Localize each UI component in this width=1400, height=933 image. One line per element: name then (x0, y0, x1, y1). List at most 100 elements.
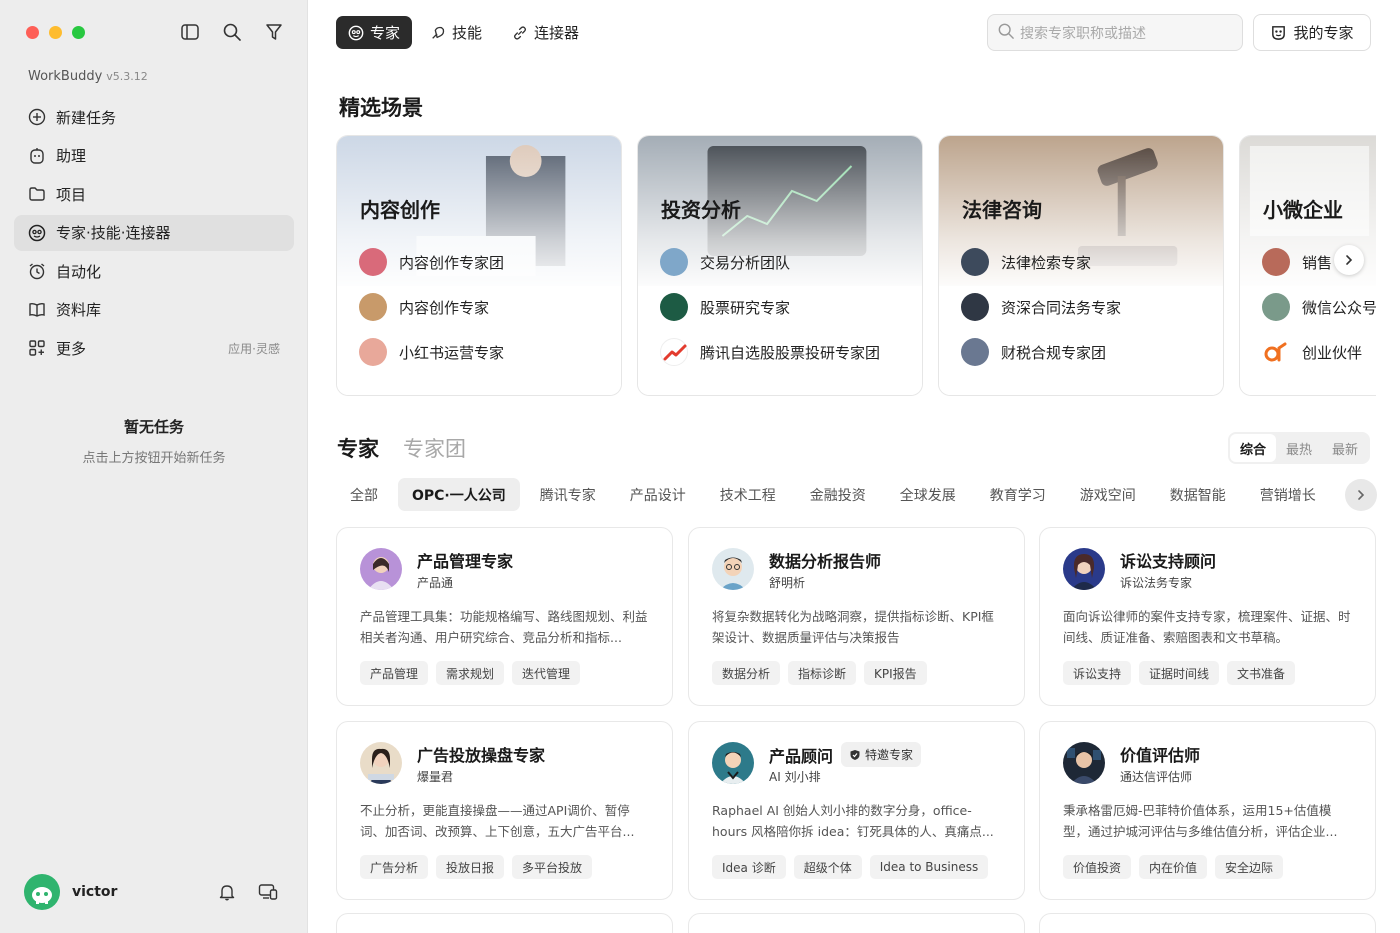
tag: 迭代管理 (512, 661, 581, 685)
expert-name: 产品顾问 特邀专家 (769, 742, 922, 767)
scene-item[interactable]: 腾讯自选股股票投研专家团 (660, 338, 880, 366)
scene-item-label: 小红书运营专家 (399, 343, 505, 362)
expert-name-text: 数据分析报告师 (769, 552, 882, 571)
expert-name-text: 诉讼支持顾问 (1120, 552, 1217, 571)
scene-item[interactable]: 内容创作专家 (359, 293, 489, 321)
user-name: victor (72, 884, 118, 900)
scene-item[interactable]: 股票研究专家 (660, 293, 790, 321)
sort-hottest[interactable]: 最热 (1276, 434, 1322, 462)
sidebar-item-automation[interactable]: 自动化 (14, 253, 294, 289)
featured-scenes: 内容创作 内容创作专家团 内容创作专家 小红书运营专家 投资分析 交易分析团队 … (336, 135, 1376, 397)
category-all[interactable]: 全部 (336, 478, 392, 511)
category-marketing[interactable]: 营销增长 (1246, 478, 1330, 511)
bell-icon[interactable] (218, 883, 236, 905)
category-product-design[interactable]: 产品设计 (616, 478, 700, 511)
category-game[interactable]: 游戏空间 (1066, 478, 1150, 511)
expert-card[interactable] (688, 913, 1025, 933)
device-icon[interactable] (258, 883, 278, 905)
avatar (24, 874, 60, 910)
expert-subtitle: 爆量君 (417, 770, 454, 784)
empty-title: 暂无任务 (123, 418, 184, 436)
tab-connectors[interactable]: 连接器 (500, 16, 591, 49)
scene-item-label: 财税合规专家团 (1001, 343, 1107, 362)
scene-card-content[interactable]: 内容创作 内容创作专家团 内容创作专家 小红书运营专家 (336, 135, 622, 396)
scene-title: 内容创作 (360, 198, 440, 222)
scene-item[interactable]: 内容创作专家团 (359, 248, 504, 276)
tag: 指标诊断 (788, 661, 857, 685)
category-data[interactable]: 数据智能 (1156, 478, 1240, 511)
scene-item-label: 内容创作专家 (399, 298, 490, 317)
sidebar: WorkBuddy v5.3.12 新建任务 助理 项目 专家·技能·连接器 自动… (0, 0, 308, 933)
sidebar-item-experts[interactable]: 专家·技能·连接器 (14, 214, 294, 251)
category-finance[interactable]: 金融投资 (796, 478, 880, 511)
sort-newest[interactable]: 最新 (1322, 434, 1368, 462)
expert-card[interactable]: 数据分析报告师 舒明析 将复杂数据转化为战略洞察，提供指标诊断、KPI框架设计、… (688, 527, 1025, 706)
search-input[interactable]: 搜索专家职称或描述 (987, 14, 1243, 51)
scene-item[interactable]: 创业伙伴 (1262, 338, 1362, 366)
expert-card[interactable] (1039, 913, 1376, 933)
sidebar-item-label: 资料库 (56, 301, 102, 319)
avatar (1262, 293, 1290, 321)
avatar (359, 293, 387, 321)
tab-skills[interactable]: 技能 (418, 16, 494, 49)
scene-card-investment[interactable]: 投资分析 交易分析团队 股票研究专家 腾讯自选股股票投研专家团 (637, 135, 923, 396)
tag: 诉讼支持 (1063, 661, 1132, 685)
expert-tags: 广告分析 投放日报 多平台投放 (360, 855, 593, 879)
category-opc[interactable]: OPC·一人公司 (398, 478, 520, 511)
scene-item-label: 腾讯自选股股票投研专家团 (700, 343, 881, 362)
filter-icon[interactable] (264, 22, 284, 42)
expert-card[interactable]: 产品管理专家 产品通 产品管理工具集：功能规格编写、路线图规划、利益相关者沟通、… (336, 527, 673, 706)
search-icon[interactable] (222, 22, 242, 42)
avatar (712, 548, 754, 590)
scene-item[interactable]: 资深合同法务专家 (961, 293, 1121, 321)
close-window-button[interactable] (26, 26, 39, 39)
expert-card[interactable]: 价值评估师 通达信评估师 秉承格雷厄姆-巴菲特价值体系，运用15+估值模型，通过… (1039, 721, 1376, 900)
avatar (359, 338, 387, 366)
main-content: 专家 技能 连接器 搜索专家职称或描述 我的专家 精选场景 内容创作 内容创作专… (308, 0, 1400, 933)
scene-item[interactable]: 法律检索专家 (961, 248, 1091, 276)
special-guest-badge: 特邀专家 (841, 742, 922, 767)
expert-description: 不止分析，更能直接操盘——通过API调价、暂停词、加否词、改预算、上下创意，五大… (360, 803, 635, 839)
scene-item[interactable]: 小红书运营专家 (359, 338, 504, 366)
tab-experts[interactable]: 专家 (336, 16, 413, 49)
category-engineering[interactable]: 技术工程 (706, 478, 790, 511)
empty-tasks: 暂无任务 点击上方按钮开始新任务 (0, 416, 308, 466)
scene-item[interactable]: 交易分析团队 (660, 248, 790, 276)
toggle-sidebar-icon[interactable] (180, 22, 200, 42)
expert-card[interactable]: 产品顾问 特邀专家 AI 刘小排 Raphael AI 创始人刘小排的数字分身，… (688, 721, 1025, 900)
tab-expert-team[interactable]: 专家团 (403, 433, 466, 463)
expert-card[interactable] (336, 913, 673, 933)
sidebar-item-assistant[interactable]: 助理 (14, 138, 294, 174)
categories-next-button[interactable] (1345, 479, 1377, 511)
sidebar-item-new-task[interactable]: 新建任务 (14, 99, 294, 135)
scene-item[interactable]: 微信公众号 (1262, 293, 1376, 321)
expert-name-text: 产品顾问 (769, 746, 834, 766)
sidebar-item-label: 专家·技能·连接器 (56, 224, 171, 242)
scene-item[interactable]: 销售 (1262, 248, 1332, 276)
expert-list-tabs: 专家 专家团 (337, 433, 466, 463)
expert-card[interactable]: 诉讼支持顾问 诉讼法务专家 面向诉讼律师的案件支持专家，梳理案件、证据、时间线、… (1039, 527, 1376, 706)
scene-item-label: 法律检索专家 (1001, 253, 1092, 272)
sidebar-item-projects[interactable]: 项目 (14, 176, 294, 212)
sort-comprehensive[interactable]: 综合 (1230, 434, 1277, 462)
expert-icon (348, 25, 364, 41)
scene-item[interactable]: 财税合规专家团 (961, 338, 1106, 366)
my-experts-button[interactable]: 我的专家 (1253, 14, 1371, 51)
maximize-window-button[interactable] (72, 26, 85, 39)
user-profile[interactable]: victor (24, 874, 117, 910)
category-education[interactable]: 教育学习 (976, 478, 1060, 511)
expert-subtitle: AI 刘小排 (769, 770, 821, 784)
chevron-right-icon (1355, 486, 1367, 505)
expert-card[interactable]: 广告投放操盘专家 爆量君 不止分析，更能直接操盘——通过API调价、暂停词、加否… (336, 721, 673, 900)
sidebar-item-library[interactable]: 资料库 (14, 292, 294, 328)
avatar (961, 293, 989, 321)
category-tencent[interactable]: 腾讯专家 (526, 478, 610, 511)
my-experts-label: 我的专家 (1293, 24, 1354, 42)
category-global[interactable]: 全球发展 (886, 478, 970, 511)
avatar (1262, 248, 1290, 276)
tab-expert-list[interactable]: 专家 (337, 433, 379, 463)
scenes-next-button[interactable] (1334, 245, 1364, 275)
scene-card-legal[interactable]: 法律咨询 法律检索专家 资深合同法务专家 财税合规专家团 (938, 135, 1224, 396)
minimize-window-button[interactable] (49, 26, 62, 39)
sidebar-item-more[interactable]: 更多 应用·灵感 (14, 330, 294, 366)
